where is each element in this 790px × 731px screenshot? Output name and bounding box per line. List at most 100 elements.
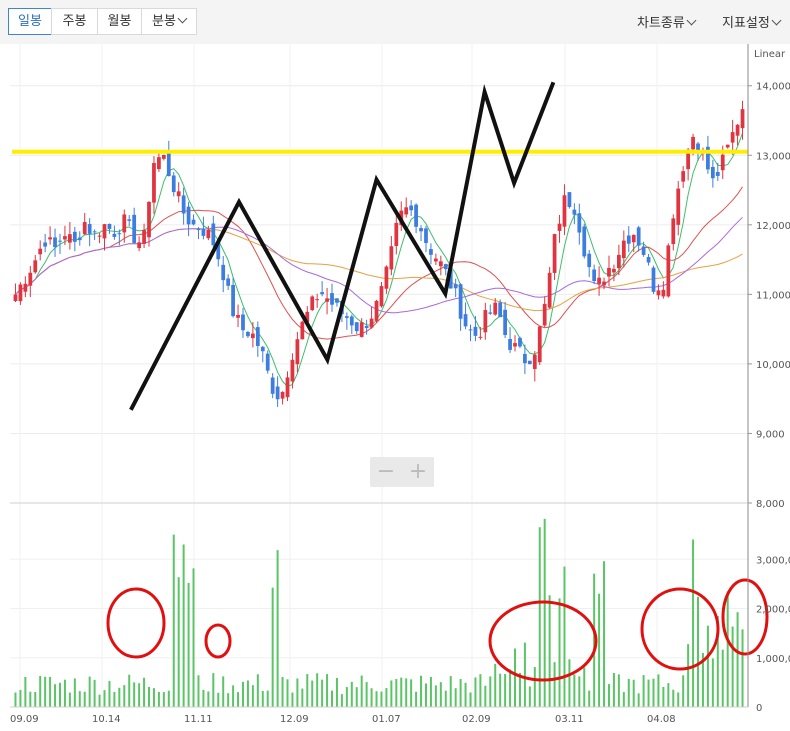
volume-bar	[360, 675, 363, 707]
volume-bar	[692, 539, 695, 707]
volume-bar	[415, 691, 418, 707]
candle-body	[320, 292, 325, 295]
minus-icon: −	[376, 459, 396, 484]
volume-bar	[301, 688, 304, 707]
candle-body	[295, 339, 300, 365]
candle-body	[147, 201, 151, 238]
volume-bar	[365, 682, 368, 707]
candle-body	[161, 155, 166, 159]
candle-body	[211, 223, 216, 246]
candle-body	[429, 249, 433, 255]
volume-bar	[439, 682, 442, 707]
stock-chart[interactable]: 14,000 13,000 12,000 11,000 10,000 9,000 8,000…	[0, 0, 790, 731]
volume-bar	[429, 676, 432, 707]
candle-body	[582, 226, 587, 257]
volume-bar	[380, 691, 383, 707]
candle-body	[171, 175, 176, 193]
candle-body	[666, 245, 671, 297]
volume-bar	[306, 674, 309, 707]
volume-bar	[217, 692, 220, 707]
candle-body	[374, 300, 379, 321]
candle-body	[542, 303, 547, 326]
volume-highlight-circle	[640, 587, 720, 671]
volume-bar	[489, 676, 492, 707]
volume-bar	[162, 692, 165, 707]
candle-body	[364, 325, 369, 329]
volume-bar	[291, 692, 294, 707]
candle-body	[720, 154, 725, 171]
candle-body	[616, 254, 621, 269]
volume-bar	[197, 675, 200, 707]
candle-body	[592, 269, 597, 282]
candle-body	[260, 346, 265, 352]
candle-body	[631, 234, 636, 243]
volume-bar	[78, 691, 81, 707]
candle-body	[488, 312, 493, 314]
chart-grid	[10, 44, 748, 708]
candle-body	[102, 224, 107, 239]
candle-body	[518, 337, 522, 347]
volume-bar	[54, 684, 57, 707]
candle-body	[656, 290, 661, 296]
candle-body	[567, 192, 572, 207]
volume-bar	[24, 676, 27, 707]
candle-body	[636, 227, 641, 246]
candle-body	[691, 136, 695, 150]
candle-body	[503, 309, 508, 336]
volume-bar	[331, 690, 334, 707]
volume-bar	[177, 577, 180, 707]
candle-body	[473, 326, 478, 336]
volume-bar	[251, 685, 254, 707]
candle-body	[572, 209, 577, 215]
candle-body	[157, 157, 161, 170]
candle-body	[13, 294, 18, 302]
volume-bar	[108, 680, 111, 707]
volume-bars	[14, 518, 744, 707]
volume-bar	[355, 687, 358, 707]
volume-bar	[726, 591, 729, 707]
candle-body	[335, 298, 339, 303]
volume-bar	[706, 625, 709, 707]
volume-bar	[335, 677, 338, 707]
volume-bar	[424, 683, 427, 707]
volume-bar	[232, 685, 235, 707]
volume-bar	[499, 673, 502, 707]
volume-bar	[316, 673, 319, 707]
candle-body	[152, 163, 156, 203]
candle-body	[527, 360, 532, 365]
candle-body	[87, 224, 92, 234]
volume-bar	[553, 662, 556, 707]
zoom-out-button[interactable]: −	[370, 457, 402, 487]
candle-body	[53, 237, 57, 248]
x-tick-label: 12.09	[280, 714, 309, 725]
volume-bar	[607, 684, 610, 707]
candle-body	[681, 171, 686, 182]
candle-body	[38, 248, 43, 255]
volume-bar	[677, 692, 680, 707]
volume-bar	[400, 677, 403, 707]
zoom-in-button[interactable]: +	[402, 457, 434, 487]
candle-body	[646, 257, 651, 263]
candle-body	[58, 240, 62, 242]
candle-body	[231, 284, 235, 317]
volume-bar	[697, 596, 700, 707]
candle-body	[33, 260, 38, 273]
volume-bar	[627, 678, 630, 707]
volume-bar	[350, 681, 353, 707]
candle-body	[92, 231, 97, 233]
volume-bar	[296, 678, 299, 707]
candle-body	[532, 354, 537, 369]
candle-body	[107, 223, 112, 229]
candle-body	[186, 206, 191, 225]
volume-bar	[311, 680, 314, 707]
volume-bar	[73, 678, 76, 707]
candle-body	[468, 329, 473, 331]
volume-bar	[528, 686, 531, 707]
volume-bar	[617, 674, 620, 707]
volume-bar	[504, 674, 507, 707]
y-tick-label: 12,000	[756, 221, 790, 232]
y-tick-label: 10,000	[756, 360, 790, 371]
volume-tick-label: 0	[756, 703, 762, 714]
candle-body	[562, 195, 567, 227]
candle-body	[735, 124, 740, 136]
